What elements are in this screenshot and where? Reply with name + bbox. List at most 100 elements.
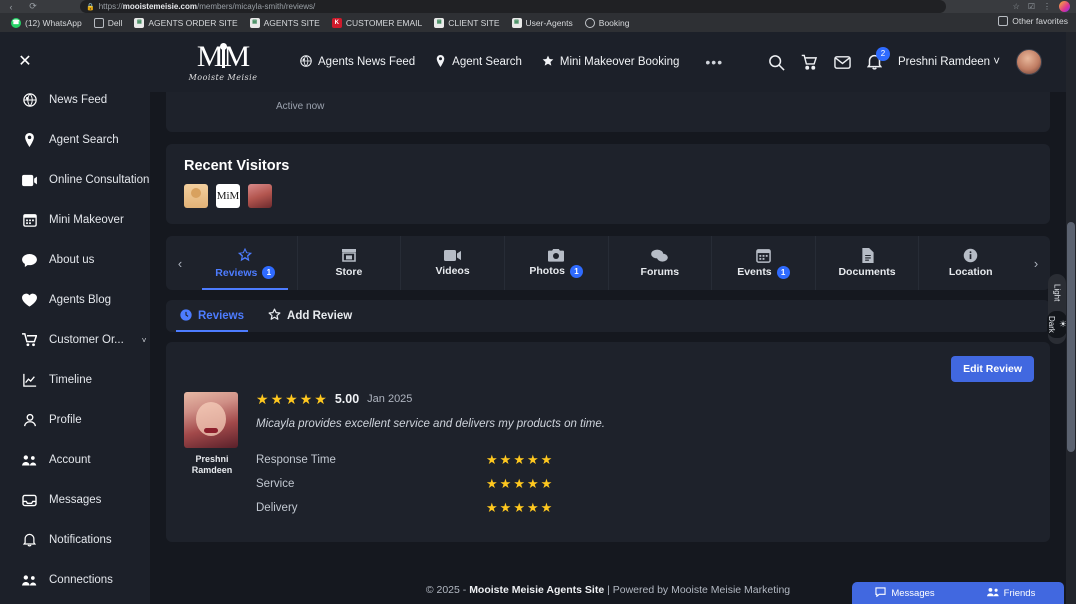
criteria-label: Response Time <box>256 453 336 466</box>
browser-reload-button[interactable]: ⟳ <box>22 1 44 13</box>
friends-icon <box>986 587 999 600</box>
bookmark-item[interactable]: K CUSTOMER EMAIL <box>327 16 427 30</box>
star-icon: ★ <box>526 500 539 515</box>
sidebar-item-account[interactable]: Account <box>0 440 150 480</box>
recent-visitor-avatar[interactable] <box>184 184 208 208</box>
tab-documents[interactable]: Documents <box>816 236 920 290</box>
address-bar[interactable]: 🔒 https://mooistemeisie.com/members/mica… <box>80 0 946 13</box>
location-pin-icon <box>435 54 446 70</box>
tab-forums[interactable]: Forums <box>609 236 713 290</box>
nav-link-mini-makeover-booking[interactable]: Mini Makeover Booking <box>542 55 679 70</box>
sidebar-item-messages[interactable]: Messages <box>0 480 150 520</box>
site-logo[interactable]: MM Mooiste Meisie <box>168 42 278 83</box>
theme-option-light[interactable]: Light <box>1053 280 1062 305</box>
chat-dock-messages[interactable]: Messages <box>852 586 958 600</box>
browser-profile-avatar[interactable] <box>1059 1 1070 12</box>
theme-option-dark[interactable]: ☀ Dark <box>1046 311 1068 339</box>
bookmark-label: AGENTS SITE <box>263 17 320 28</box>
sidebar-item-label: Timeline <box>49 374 93 386</box>
sidebar-item-connections[interactable]: Connections <box>0 560 150 600</box>
tabs-prev-arrow[interactable]: ‹ <box>166 236 194 290</box>
nav-link-agents-news-feed[interactable]: Agents News Feed <box>300 54 415 70</box>
chevron-down-icon[interactable]: ˅ <box>142 336 147 345</box>
envelope-icon[interactable] <box>834 55 851 70</box>
review-rating-line: ★ ★ ★ ★ ★ 5.00 Jan 2025 <box>256 392 1032 406</box>
reviewer-avatar[interactable] <box>184 392 238 448</box>
star-icon: ★ <box>499 500 512 515</box>
nav-link-label: Agent Search <box>452 56 522 68</box>
recent-visitor-avatar[interactable]: MiM <box>216 184 240 208</box>
browser-menu-icon[interactable]: ⋮ <box>1043 2 1051 11</box>
sidebar-item-agents-blog[interactable]: Agents Blog <box>0 280 150 320</box>
bookmark-item[interactable]: ▤ AGENTS ORDER SITE <box>129 16 242 30</box>
logo-brush-icon <box>219 43 227 68</box>
tab-photos[interactable]: Photos 1 <box>505 236 609 290</box>
cart-icon[interactable] <box>801 54 818 71</box>
chat-dock-friends[interactable]: Friends <box>958 587 1064 600</box>
tab-videos[interactable]: Videos <box>401 236 505 290</box>
star-icon: ★ <box>285 391 298 407</box>
top-navigation-bar: MM Mooiste Meisie Agents News Feed Agent… <box>150 32 1066 92</box>
other-favorites-button[interactable]: Other favorites <box>998 16 1068 26</box>
tab-store[interactable]: Store <box>298 236 402 290</box>
bookmark-label: Dell <box>107 17 123 28</box>
sidebar-item-news-feed[interactable]: News Feed <box>0 80 150 120</box>
sidebar-item-online-consultation[interactable]: Online Consultation <box>0 160 150 200</box>
tab-events[interactable]: Events 1 <box>712 236 816 290</box>
cart-icon <box>22 333 37 347</box>
page-scrollbar-thumb[interactable] <box>1067 222 1075 452</box>
tab-reviews[interactable]: Reviews 1 <box>194 236 298 290</box>
sidebar-item-label: Messages <box>49 494 102 506</box>
page-scrollbar-track[interactable] <box>1066 32 1076 604</box>
reviews-subnav: Reviews Add Review <box>166 300 1050 332</box>
bell-icon[interactable]: 2 <box>867 47 891 70</box>
subnav-item-add-review[interactable]: Add Review <box>264 300 356 332</box>
subnav-item-reviews[interactable]: Reviews <box>176 300 249 332</box>
sidebar-item-timeline[interactable]: Timeline <box>0 360 150 400</box>
browser-back-button[interactable]: ‹ <box>0 1 22 13</box>
sidebar-item-mini-makeover[interactable]: Mini Makeover <box>0 200 150 240</box>
camera-icon <box>548 248 565 262</box>
sidebar-item-agent-search[interactable]: Agent Search <box>0 120 150 160</box>
bookmark-item[interactable]: ▤ AGENTS SITE <box>245 16 325 30</box>
tab-location[interactable]: Location <box>919 236 1022 290</box>
sidebar-close-button[interactable]: ✕ <box>14 50 36 72</box>
nav-more-button[interactable]: ••• <box>705 54 723 70</box>
sidebar-item-customer-orders[interactable]: Customer Or... ˅ <box>0 320 150 360</box>
sidebar-item-label: About us <box>49 254 95 266</box>
avatar[interactable] <box>1016 49 1042 75</box>
sidebar-item-notifications[interactable]: Notifications <box>0 520 150 560</box>
sidebar-item-label: Mini Makeover <box>49 214 124 226</box>
subnav-label: Reviews <box>198 310 245 322</box>
star-icon: ★ <box>540 452 553 467</box>
search-icon[interactable] <box>768 54 785 71</box>
omnibox-actions: ☆ ☑ ⋮ <box>1013 0 1070 13</box>
bookmark-item[interactable]: Booking <box>580 16 635 30</box>
users-gear-icon <box>22 454 37 467</box>
tab-label: Reviews 1 <box>215 266 276 279</box>
user-menu-button[interactable]: Preshni Ramdeen ˅ <box>898 56 1000 68</box>
bookmark-item[interactable]: ▤ CLIENT SITE <box>429 16 504 30</box>
bookmark-item[interactable]: Dell <box>89 16 128 30</box>
tabs-list: Reviews 1 Store Videos Photos 1 Forums E… <box>194 236 1022 290</box>
whatsapp-icon: ☎ <box>11 17 21 28</box>
bookmark-item[interactable]: ▤ User-Agents <box>507 16 578 30</box>
nav-link-agent-search[interactable]: Agent Search <box>435 54 522 70</box>
edit-review-button[interactable]: Edit Review <box>951 356 1034 382</box>
theme-option-dark-label: Dark <box>1046 316 1056 334</box>
sidebar-item-about-us[interactable]: About us <box>0 240 150 280</box>
reviewer: Preshni Ramdeen <box>184 392 240 520</box>
bookmark-label: Booking <box>598 17 630 28</box>
globe-icon <box>22 93 37 107</box>
favorite-star-icon[interactable]: ☆ <box>1013 2 1020 11</box>
sheets-icon: ▤ <box>434 17 445 28</box>
inbox-icon <box>22 494 37 507</box>
recent-visitor-avatar[interactable] <box>248 184 272 208</box>
sidebar-item-profile[interactable]: Profile <box>0 400 150 440</box>
tabs-next-arrow[interactable]: › <box>1022 236 1050 290</box>
sheets-icon: ▤ <box>249 17 260 28</box>
review-criteria-table: Response Time ★ ★ ★ ★ ★ Service ★ ★ ★ ★ ★ Delive… <box>256 448 1032 519</box>
collections-icon[interactable]: ☑ <box>1028 2 1035 11</box>
bookmark-item[interactable]: ☎ (12) WhatsApp <box>6 16 87 30</box>
star-icon: ★ <box>486 452 498 467</box>
